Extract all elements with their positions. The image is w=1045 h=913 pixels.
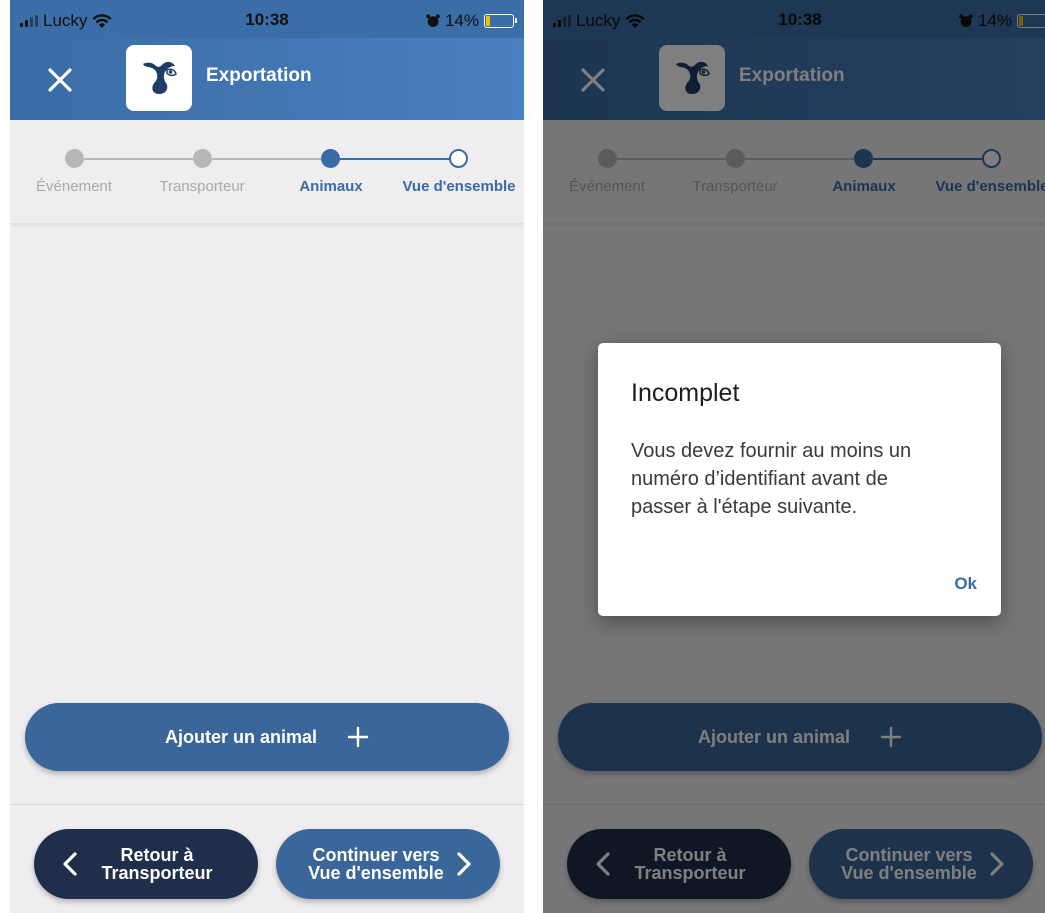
chevron-right-icon [457, 852, 471, 876]
status-right: 14% [426, 11, 517, 31]
chevron-left-icon [63, 852, 77, 876]
next-line-2: Vue d'ensemble [308, 863, 444, 883]
step-connector-3 [340, 158, 458, 160]
step-connector-1 [84, 158, 202, 160]
step-label-transporter: Transporteur [159, 178, 245, 195]
status-bar: Lucky 10:38 14% [10, 0, 524, 38]
close-button[interactable] [40, 60, 80, 100]
step-label-overview: Vue d'ensemble [402, 178, 516, 195]
cow-logo-icon [143, 61, 177, 94]
next-line-1: Continuer vers [312, 845, 440, 865]
app-logo [126, 45, 192, 111]
dialog-message-line-3: passer à l'étape suivante. [631, 496, 858, 518]
add-animal-button[interactable]: Ajouter un animal [25, 703, 509, 771]
close-icon [48, 68, 72, 92]
dialog-message-line-2: numéro d’identifiant avant de [631, 468, 888, 490]
step-label-event: Événement [36, 178, 112, 195]
step-label-animals: Animaux [299, 178, 363, 195]
screen-step-animals: Lucky 10:38 14% Exportation Événement Tr… [10, 0, 524, 913]
step-connector-2 [212, 158, 330, 160]
battery-percent: 14% [444, 11, 479, 30]
continue-to-overview-button[interactable]: Continuer vers Vue d'ensemble [276, 829, 500, 899]
next-button-label: Continuer vers Vue d'ensemble [276, 846, 456, 882]
step-dot-overview [449, 149, 468, 168]
dialog-ok-button[interactable]: Ok [954, 574, 977, 594]
page-title: Exportation [206, 65, 312, 86]
incomplete-dialog: Incomplet Vous devez fournir au moins un… [598, 343, 1001, 616]
back-line-1: Retour à [120, 845, 194, 865]
app-bar: Exportation [10, 38, 524, 120]
bottom-divider [10, 804, 524, 805]
dialog-message: Vous devez fournir au moins un numéro d’… [631, 437, 976, 521]
add-animal-label: Ajouter un animal [164, 726, 317, 747]
alarm-icon [426, 14, 440, 27]
stage: Lucky 10:38 14% Exportation Événement Tr… [0, 0, 1045, 913]
battery-icon [484, 14, 517, 28]
step-dot-animals [321, 149, 340, 168]
battery-level [486, 16, 490, 26]
step-dot-transporter [193, 149, 212, 168]
back-button-label: Retour à Transporteur [78, 846, 258, 882]
dialog-message-line-1: Vous devez fournir au moins un [631, 440, 912, 462]
screen-step-animals-with-dialog: Lucky 10:38 14% [543, 0, 1045, 913]
stepper: Événement Transporteur Animaux Vue d'ens… [10, 120, 524, 224]
dialog-title: Incomplet [631, 379, 740, 407]
step-dot-event [65, 149, 84, 168]
back-to-transporter-button[interactable]: Retour à Transporteur [34, 829, 258, 899]
back-line-2: Transporteur [101, 863, 213, 883]
plus-icon [347, 726, 369, 748]
